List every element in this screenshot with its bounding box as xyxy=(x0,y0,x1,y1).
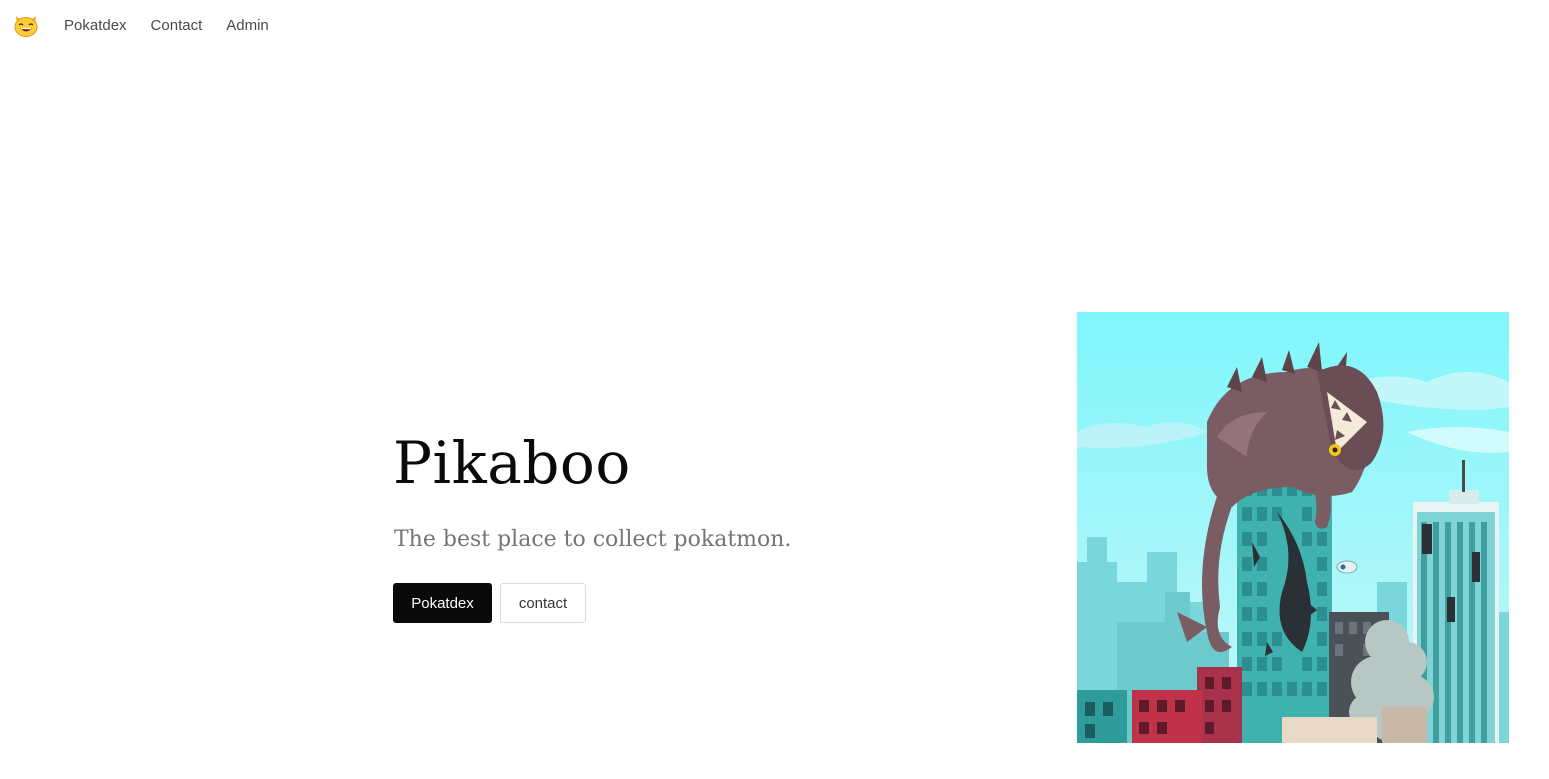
hero-subtitle: The best place to collect pokatmon. xyxy=(394,527,792,552)
nav-link-pokatdex[interactable]: Pokatdex xyxy=(64,16,127,36)
nav-links: Pokatdex Contact Admin xyxy=(64,16,293,36)
hero-title: Pikaboo xyxy=(393,429,631,497)
brand-logo[interactable] xyxy=(13,13,39,37)
hero-illustration xyxy=(1077,312,1509,743)
cat-face-icon xyxy=(14,16,38,37)
pokatdex-button[interactable]: Pokatdex xyxy=(393,583,492,623)
nav-link-contact[interactable]: Contact xyxy=(151,16,203,36)
monster-city-image xyxy=(1077,312,1509,743)
nav-link-admin[interactable]: Admin xyxy=(226,16,269,36)
contact-button[interactable]: contact xyxy=(500,583,586,623)
navbar: Pokatdex Contact Admin xyxy=(0,0,1549,52)
